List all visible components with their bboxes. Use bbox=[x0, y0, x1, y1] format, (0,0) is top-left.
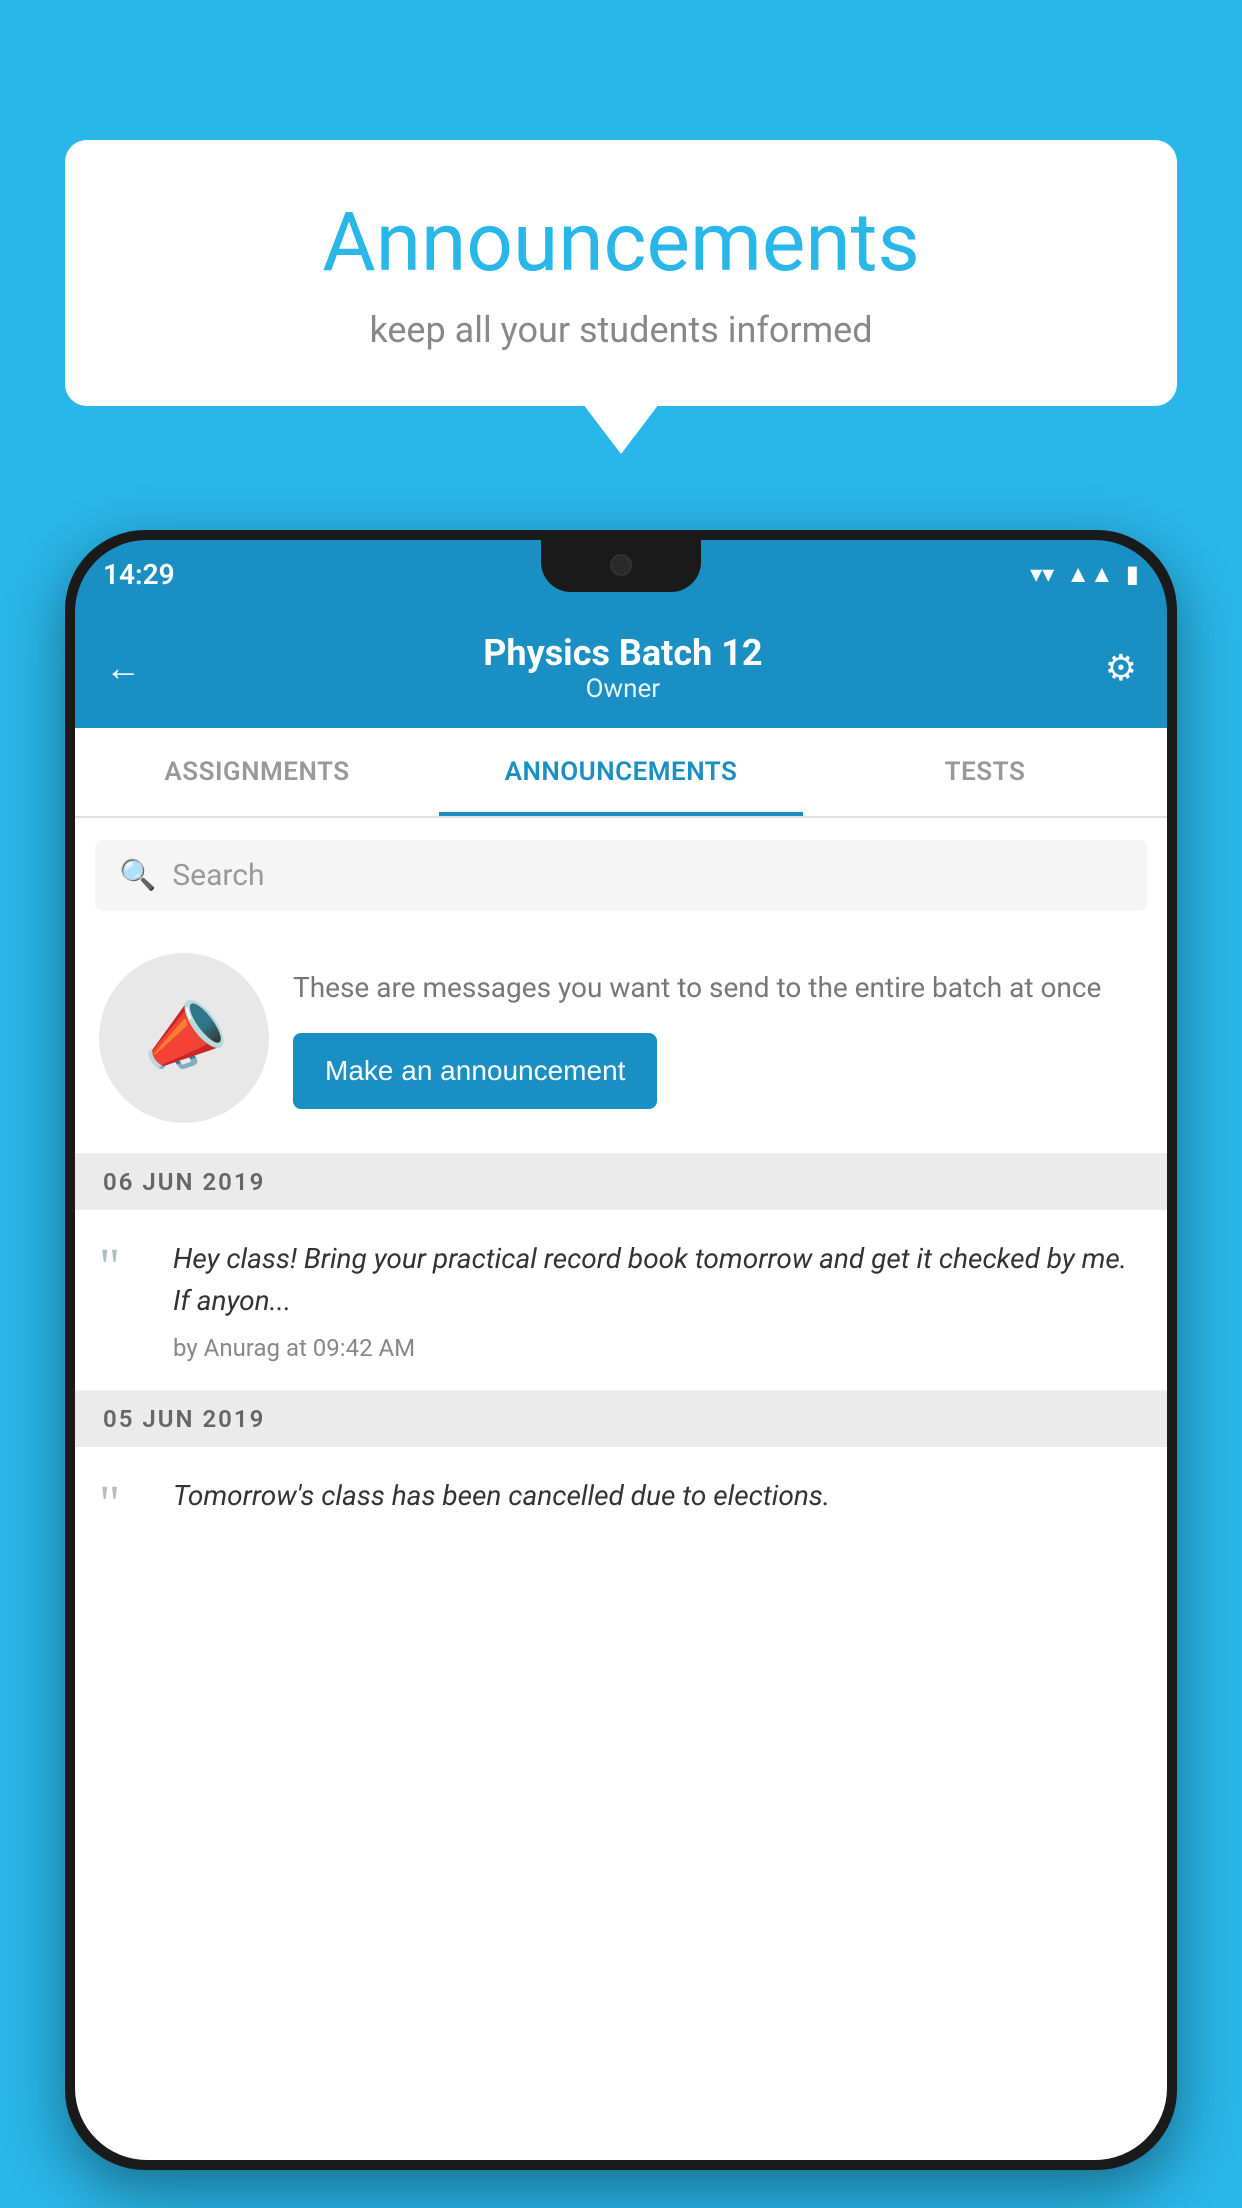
announcement-item-1[interactable]: " Hey class! Bring your practical record… bbox=[75, 1210, 1167, 1391]
announcement-item-2[interactable]: " Tomorrow's class has been cancelled du… bbox=[75, 1447, 1167, 1531]
quote-icon-1: " bbox=[99, 1242, 149, 1294]
announcement-promo: 📣 These are messages you want to send to… bbox=[75, 933, 1167, 1154]
back-button[interactable]: ← bbox=[105, 647, 141, 689]
phone-notch bbox=[541, 540, 701, 592]
announcement-text-2: Tomorrow's class has been cancelled due … bbox=[173, 1475, 1143, 1517]
tab-announcements[interactable]: ANNOUNCEMENTS bbox=[439, 728, 803, 816]
signal-icon: ▲▲ bbox=[1066, 560, 1114, 589]
speech-bubble: Announcements keep all your students inf… bbox=[65, 140, 1177, 406]
tabs-container: ASSIGNMENTS ANNOUNCEMENTS TESTS bbox=[75, 728, 1167, 818]
tab-tests[interactable]: TESTS bbox=[803, 728, 1167, 816]
search-placeholder: Search bbox=[172, 858, 264, 893]
app-header: ← Physics Batch 12 Owner ⚙ bbox=[75, 608, 1167, 728]
batch-title: Physics Batch 12 bbox=[483, 632, 762, 674]
phone-container: 14:29 ▾▾ ▲▲ ▮ ← Physics Batch 12 Owner ⚙ bbox=[65, 530, 1177, 2208]
quote-icon-2: " bbox=[99, 1479, 149, 1531]
announcements-subtitle: keep all your students informed bbox=[125, 309, 1117, 351]
batch-subtitle: Owner bbox=[483, 674, 762, 704]
date-divider-2: 05 JUN 2019 bbox=[75, 1391, 1167, 1447]
announcement-meta-1: by Anurag at 09:42 AM bbox=[173, 1334, 1143, 1362]
speech-bubble-container: Announcements keep all your students inf… bbox=[65, 140, 1177, 406]
announcement-text-1: Hey class! Bring your practical record b… bbox=[173, 1238, 1143, 1322]
promo-description: These are messages you want to send to t… bbox=[293, 967, 1143, 1009]
header-center: Physics Batch 12 Owner bbox=[483, 632, 762, 704]
search-icon: 🔍 bbox=[119, 858, 156, 893]
content-area: 🔍 Search 📣 These are messages you want t… bbox=[75, 818, 1167, 2160]
phone-camera bbox=[610, 554, 632, 576]
tab-assignments[interactable]: ASSIGNMENTS bbox=[75, 728, 439, 816]
phone-frame: 14:29 ▾▾ ▲▲ ▮ ← Physics Batch 12 Owner ⚙ bbox=[65, 530, 1177, 2170]
announcements-title: Announcements bbox=[125, 195, 1117, 291]
date-divider-1: 06 JUN 2019 bbox=[75, 1154, 1167, 1210]
phone-inner: 14:29 ▾▾ ▲▲ ▮ ← Physics Batch 12 Owner ⚙ bbox=[75, 540, 1167, 2160]
status-time: 14:29 bbox=[103, 558, 175, 591]
make-announcement-button[interactable]: Make an announcement bbox=[293, 1033, 657, 1109]
promo-icon-circle: 📣 bbox=[99, 953, 269, 1123]
announcement-content-2: Tomorrow's class has been cancelled due … bbox=[173, 1475, 1143, 1529]
wifi-icon: ▾▾ bbox=[1030, 560, 1054, 588]
megaphone-icon: 📣 bbox=[131, 987, 236, 1089]
search-bar[interactable]: 🔍 Search bbox=[95, 840, 1147, 911]
status-icons: ▾▾ ▲▲ ▮ bbox=[1030, 560, 1139, 589]
battery-icon: ▮ bbox=[1126, 560, 1139, 588]
announcement-content-1: Hey class! Bring your practical record b… bbox=[173, 1238, 1143, 1362]
promo-right: These are messages you want to send to t… bbox=[293, 967, 1143, 1109]
settings-icon[interactable]: ⚙ bbox=[1105, 647, 1137, 689]
